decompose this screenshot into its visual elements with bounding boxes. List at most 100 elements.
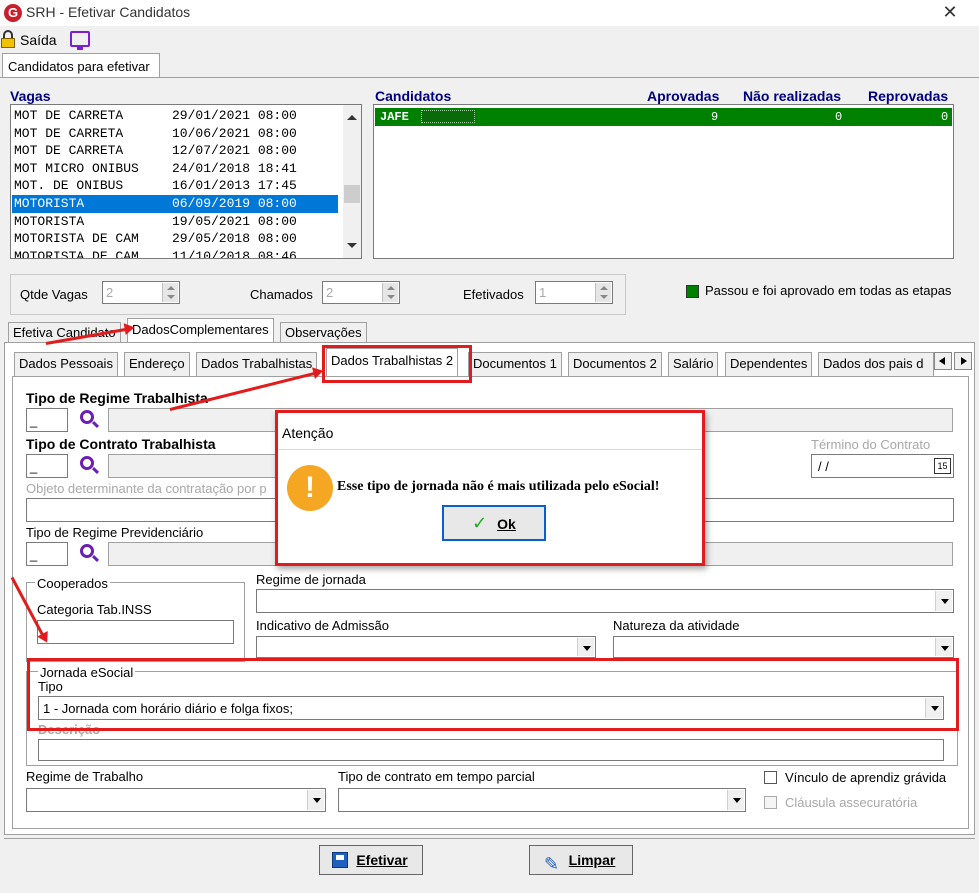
vinculo-aprendiz-checkbox[interactable]: [764, 771, 777, 784]
descricao-field[interactable]: [38, 739, 944, 761]
subtab-dados-trabalhistas[interactable]: Dados Trabalhistas: [196, 352, 318, 376]
subtab-dados-pais[interactable]: Dados dos pais d: [818, 352, 934, 376]
efetivar-button[interactable]: Efetivar: [319, 845, 423, 875]
candidatos-header: Candidatos: [375, 88, 452, 104]
redacted-surname: [421, 110, 475, 123]
vagas-list[interactable]: MOT DE CARRETA 29/01/2021 08:00 MOT DE CAR…: [10, 104, 362, 259]
subtab-documentos-1[interactable]: Documentos 1: [468, 352, 562, 376]
scroll-thumb[interactable]: [344, 185, 360, 203]
vinculo-aprendiz-label: Vínculo de aprendiz grávida: [785, 770, 947, 785]
highlight-jornada: [27, 658, 959, 731]
approved-legend-swatch: [686, 285, 699, 298]
efetivados-field[interactable]: 1: [535, 281, 613, 304]
vaga-date: 29/01/2021 08:00: [172, 108, 297, 123]
lock-icon[interactable]: [0, 30, 18, 50]
vaga-name: MOTORISTA DE CAM: [14, 231, 139, 247]
regime-previdenciario-label: Tipo de Regime Previdenciário: [26, 525, 204, 540]
tipo-regime-code-field[interactable]: _: [26, 408, 68, 432]
regime-trabalho-select[interactable]: [26, 788, 326, 812]
chamados-label: Chamados: [250, 287, 313, 302]
list-item[interactable]: MOT DE CARRETA 12/07/2021 08:00: [12, 142, 338, 160]
list-item[interactable]: MOTORISTA DE CAM 29/05/2018 08:00: [12, 230, 338, 248]
indicativo-admissao-select[interactable]: [256, 636, 596, 658]
search-icon[interactable]: [80, 456, 94, 470]
subtab-endereco[interactable]: Endereço: [124, 352, 190, 376]
termino-contrato-label: Término do Contrato: [811, 437, 931, 452]
qtde-vagas-label: Qtde Vagas: [20, 287, 88, 302]
window-title: SRH - Efetivar Candidatos: [26, 4, 191, 20]
highlight-subtab: [322, 345, 472, 383]
subtabs-bar: Dados Pessoais Endereço Dados Trabalhist…: [14, 348, 974, 376]
subtab-scroll-right-icon[interactable]: [954, 352, 972, 370]
limpar-button[interactable]: ✎ Limpar: [529, 845, 633, 875]
vaga-date: 12/07/2021 08:00: [172, 143, 297, 159]
list-item[interactable]: MOT MICRO ONIBUS 24/01/2018 18:41: [12, 160, 338, 178]
subtab-salario[interactable]: Salário: [668, 352, 719, 376]
approved-legend-text: Passou e foi aprovado em todas as etapas: [705, 283, 952, 298]
subtab-dados-pessoais[interactable]: Dados Pessoais: [14, 352, 118, 376]
vagas-scrollbar[interactable]: [343, 105, 361, 258]
calendar-icon[interactable]: 15: [934, 458, 951, 474]
vaga-name: MOT. DE ONIBUS: [14, 178, 124, 194]
tab-dados-complementares[interactable]: DadosComplementares: [127, 318, 274, 343]
list-item[interactable]: MOTORISTA DE CAM 11/10/2018 08:46: [12, 248, 338, 259]
vaga-name: MOT DE CARRETA: [14, 143, 124, 159]
scroll-down-icon[interactable]: [347, 243, 357, 248]
tipo-contrato-code-field[interactable]: _: [26, 454, 68, 478]
vaga-name: MOT DE CARRETA: [14, 125, 124, 141]
subtab-documentos-2[interactable]: Documentos 2: [568, 352, 662, 376]
contrato-parcial-label: Tipo de contrato em tempo parcial: [338, 769, 535, 784]
tab-observacoes[interactable]: Observações: [280, 322, 367, 342]
close-icon[interactable]: ✕: [930, 1, 970, 25]
table-row[interactable]: JAFE 9 0 0: [375, 108, 952, 126]
qtde-vagas-field[interactable]: 2: [102, 281, 180, 304]
vaga-date: 29/05/2018 08:00: [172, 231, 297, 247]
tab-candidatos-efetivar[interactable]: Candidatos para efetivar: [2, 53, 160, 77]
subtab-scroll-left-icon[interactable]: [934, 352, 952, 370]
monitor-icon[interactable]: [70, 31, 90, 50]
dialog-message: Esse tipo de jornada não é mais utilizad…: [337, 479, 660, 494]
vaga-date: 24/01/2018 18:41: [172, 160, 297, 176]
vaga-date: 11/10/2018 08:46: [172, 248, 297, 259]
vaga-name: MOTORISTA: [14, 196, 85, 211]
regime-previdenciario-code-field[interactable]: _: [26, 542, 68, 566]
tipo-contrato-label: Tipo de Contrato Trabalhista: [26, 436, 216, 452]
search-icon[interactable]: [80, 410, 94, 424]
list-item[interactable]: MOTORISTA 06/09/2019 08:00: [12, 195, 338, 213]
regime-trabalho-label: Regime de Trabalho: [26, 769, 144, 784]
chamados-field[interactable]: 2: [322, 281, 400, 304]
vaga-name: MOT DE CARRETA: [14, 108, 124, 123]
natureza-atividade-select[interactable]: [613, 636, 954, 658]
vagas-header: Vagas: [10, 88, 51, 104]
objeto-contratacao-label: Objeto determinante da contratação por p: [26, 481, 267, 496]
objeto-contratacao-field-right[interactable]: [700, 498, 954, 522]
list-item[interactable]: MOTORISTA 19/05/2021 08:00: [12, 213, 338, 231]
contrato-parcial-select[interactable]: [338, 788, 746, 812]
ok-button[interactable]: ✓ Ok: [442, 505, 546, 541]
nao-realizadas-header: Não realizadas: [743, 88, 842, 104]
tipo-contrato-desc-field: [108, 454, 278, 478]
exit-button[interactable]: Saída: [20, 32, 57, 48]
check-icon: ✓: [472, 513, 488, 533]
candidatos-list[interactable]: JAFE 9 0 0: [373, 104, 954, 259]
list-item[interactable]: MOT. DE ONIBUS 16/01/2013 17:45: [12, 177, 338, 195]
vaga-date: 16/01/2013 17:45: [172, 178, 297, 194]
objeto-contratacao-field[interactable]: [26, 498, 276, 522]
warning-icon: !: [287, 465, 333, 511]
dialog-title: Atenção: [282, 425, 334, 441]
subtab-dependentes[interactable]: Dependentes: [725, 352, 813, 376]
reprovadas-header: Reprovadas: [868, 88, 949, 104]
search-icon[interactable]: [80, 544, 94, 558]
categoria-inss-label: Categoria Tab.INSS: [37, 602, 152, 617]
scroll-up-icon[interactable]: [347, 115, 357, 120]
termino-contrato-field[interactable]: / / 15: [811, 454, 954, 478]
list-item[interactable]: MOT DE CARRETA 29/01/2021 08:00: [12, 107, 338, 125]
vaga-date: 19/05/2021 08:00: [172, 213, 297, 229]
app-logo-icon: G: [4, 4, 22, 22]
pencil-icon: ✎: [544, 854, 560, 874]
save-icon: [332, 852, 348, 868]
categoria-inss-field[interactable]: [37, 620, 234, 644]
regime-jornada-select[interactable]: [256, 589, 954, 613]
list-item[interactable]: MOT DE CARRETA 10/06/2021 08:00: [12, 125, 338, 143]
vaga-name: MOTORISTA DE CAM: [14, 248, 139, 259]
